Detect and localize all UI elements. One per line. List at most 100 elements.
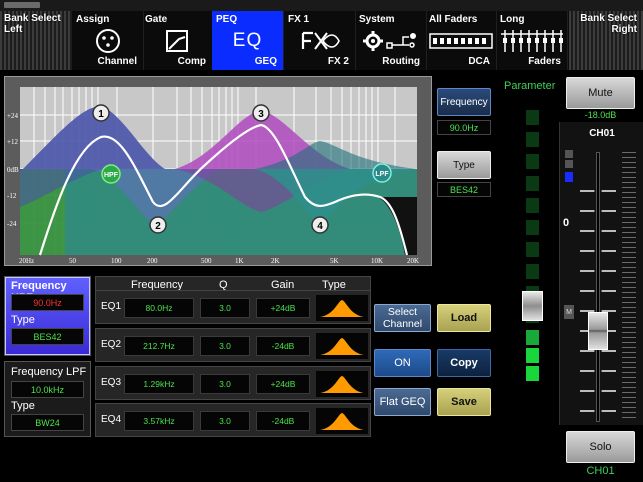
title-strip [0,0,643,11]
eq-icon: EQ [232,30,263,51]
eq-gain-field[interactable]: +24dB [256,374,310,394]
eq-frequency-field[interactable]: 212.7Hz [124,336,194,356]
eq-node-3-label: 3 [258,109,264,120]
save-button[interactable]: Save [437,388,491,416]
copy-button[interactable]: Copy [437,349,491,377]
tab-system-routing[interactable]: System Routing [355,11,427,70]
x-tick: 100 [111,257,122,265]
eq-band-row: EQ1 80.0Hz 3.0 +24dB [95,290,371,324]
hpf-panel: Frequency HPF 90.0Hz Type BES42 [4,276,91,356]
eq-frequency-field[interactable]: 3.57kHz [124,411,194,431]
tab-gate-comp[interactable]: Gate Comp [141,11,213,70]
eq-gain-field[interactable]: -24dB [256,336,310,356]
faders-row-icon [425,27,496,55]
m-marker: M [564,305,574,319]
x-tick: 1K [235,257,244,265]
channel-strip: CH01 0 M [559,122,643,425]
eq-gain-field[interactable]: +24dB [256,298,310,318]
lpf-title: Frequency LPF [11,366,87,378]
x-tick: 50 [69,257,77,265]
x-tick: 5K [330,257,339,265]
eq-q-field[interactable]: 3.0 [200,336,250,356]
eq-band-name: EQ1 [101,301,122,312]
x-tick: 20Hz [19,257,34,265]
fader-track[interactable] [596,152,600,422]
tab-top-label: FX 1 [288,14,310,25]
type-param-button[interactable]: Type [437,151,491,179]
fx-icon [284,27,355,55]
eq-band-row: EQ2 212.7Hz 3.0 -24dB [95,328,371,362]
gear-routing-icon [355,27,426,55]
tab-assign-channel[interactable]: Assign Channel [72,11,144,70]
lpf-frequency-field[interactable]: 10.0kHz [11,381,84,398]
hpf-frequency-field[interactable]: 90.0Hz [11,294,84,311]
tab-top-label: Gate [145,14,168,25]
mute-button[interactable]: Mute [566,77,635,109]
tab-top-label: Assign [76,14,110,25]
channel-name: CH01 [589,128,615,139]
channel-meter-scale [622,152,636,422]
tab-all-faders-dca[interactable]: All Faders DCA [425,11,497,70]
x-tick: 20K [407,257,419,265]
tab-fx1-fx2[interactable]: FX 1 FX 2 [284,11,356,70]
eq-node-2-label: 2 [155,221,161,232]
type-param-value: BES42 [437,182,491,197]
hpf-type-label: Type [11,314,35,326]
frequency-param-value: 90.0Hz [437,120,491,135]
tab-peq-geq[interactable]: PEQ EQ GEQ [212,11,284,70]
lpf-panel: Frequency LPF 10.0kHz Type BW24 [4,361,91,437]
bank-select-right-button[interactable]: Bank Select Right [569,11,643,70]
eq-frequency-field[interactable]: 80.0Hz [124,298,194,318]
hpf-node-label: HPF [104,172,119,179]
tab-bottom-label: Channel [97,56,137,67]
zero-db-mark: 0 [563,217,570,229]
peak-shape-icon[interactable] [316,371,368,397]
channel-select-indicator [565,172,573,182]
channel-footer-name: CH01 [586,465,615,477]
eq-gain-field[interactable]: -24dB [256,411,310,431]
tab-bottom-label: Comp [177,56,206,67]
load-button[interactable]: Load [437,304,491,332]
x-tick: 10K [371,257,383,265]
eq-band-row: EQ4 3.57kHz 3.0 -24dB [95,403,371,437]
channel-level-readout: -18.0dB [584,110,617,120]
tab-top-label: Long [500,14,525,25]
xlr-connector-icon [72,27,143,55]
on-button[interactable]: ON [374,349,431,377]
eq-band-name: EQ3 [101,377,122,388]
grip-handle[interactable] [4,2,40,8]
parameter-label: Parameter [504,80,556,92]
meter-fader-cap[interactable] [522,291,543,321]
x-tick: 500 [201,257,212,265]
tab-bottom-label: Routing [382,56,420,67]
lpf-type-field[interactable]: BW24 [11,414,84,431]
peak-shape-icon[interactable] [316,295,368,321]
y-tick: 0dB [7,166,19,174]
tab-bottom-label: GEQ [254,56,277,67]
channel-fader-cap[interactable] [588,312,608,350]
long-faders-icon [496,27,567,55]
eq-band-row: EQ3 1.29kHz 3.0 +24dB [95,366,371,400]
peak-shape-icon[interactable] [316,408,368,434]
solo-button[interactable]: Solo [566,431,635,463]
select-channel-button[interactable]: Select Channel [374,304,431,332]
eq-frequency-field[interactable]: 1.29kHz [124,374,194,394]
eq-q-field[interactable]: 3.0 [200,411,250,431]
frequency-param-button[interactable]: Frequency [437,88,491,116]
eq-response-graph[interactable]: 1 2 3 4 HPF LPF +24 +12 0dB -12 -24 20Hz… [4,76,432,266]
y-tick: -12 [7,192,17,200]
peak-shape-icon[interactable] [316,333,368,359]
eq-q-field[interactable]: 3.0 [200,298,250,318]
tab-bottom-label: Faders [528,56,561,67]
level-meter [526,110,539,382]
tab-long-faders[interactable]: Long Faders [496,11,568,70]
y-tick: +12 [7,138,18,146]
tab-top-label: All Faders [429,14,478,25]
lpf-node-label: LPF [375,171,389,178]
y-tick: -24 [7,220,17,228]
eq-q-field[interactable]: 3.0 [200,374,250,394]
flat-geq-button[interactable]: Flat GEQ [374,388,431,416]
eq-node-4-label: 4 [317,221,323,232]
bank-select-left-button[interactable]: Bank Select Left [0,11,72,70]
hpf-type-field[interactable]: BES42 [11,328,84,345]
